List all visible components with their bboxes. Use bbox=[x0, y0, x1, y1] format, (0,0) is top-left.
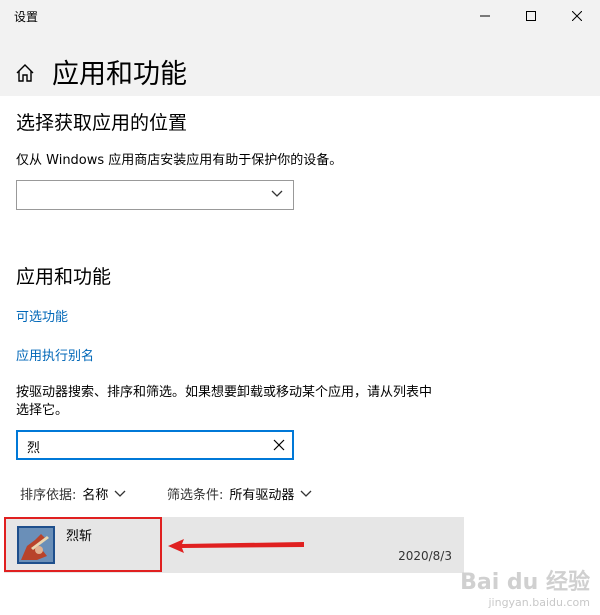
apps-section-heading: 应用和功能 bbox=[16, 266, 112, 288]
filter-by-control[interactable]: 筛选条件: 所有驱动器 bbox=[167, 484, 312, 503]
window-title: 设置 bbox=[14, 10, 39, 24]
instructions-line-2: 选择它。 bbox=[16, 403, 69, 418]
install-description: 仅从 Windows 应用商店安装应用有助于保护你的设备。 bbox=[16, 153, 343, 168]
content-area: 选择获取应用的位置 仅从 Windows 应用商店安装应用有助于保护你的设备。 … bbox=[0, 96, 600, 615]
clear-icon[interactable] bbox=[273, 439, 285, 451]
maximize-button[interactable] bbox=[508, 0, 554, 32]
page-header: 应用和功能 bbox=[0, 32, 600, 96]
sort-value: 名称 bbox=[82, 488, 109, 503]
sort-by-control[interactable]: 排序依据: 名称 bbox=[20, 484, 126, 503]
optional-features-link[interactable]: 可选功能 bbox=[16, 306, 68, 325]
app-install-date: 2020/8/3 bbox=[398, 549, 452, 563]
red-arrow-annotation bbox=[168, 539, 304, 553]
page-title: 应用和功能 bbox=[52, 59, 187, 90]
maximize-icon bbox=[526, 11, 536, 21]
app-source-dropdown[interactable] bbox=[16, 180, 294, 210]
sort-label: 排序依据: bbox=[20, 488, 77, 503]
close-button[interactable] bbox=[554, 0, 600, 32]
red-highlight-box bbox=[4, 517, 162, 572]
filter-value: 所有驱动器 bbox=[229, 488, 295, 503]
filter-label: 筛选条件: bbox=[167, 488, 224, 503]
chevron-down-icon bbox=[300, 490, 312, 497]
search-value: 烈 bbox=[27, 441, 41, 456]
install-section-heading: 选择获取应用的位置 bbox=[16, 112, 188, 134]
title-bar: 设置 bbox=[0, 0, 600, 32]
chevron-down-icon bbox=[271, 190, 283, 197]
minimize-button[interactable] bbox=[462, 0, 508, 32]
watermark-url: jingyan.baidu.com bbox=[488, 596, 590, 609]
app-search-input[interactable]: 烈 bbox=[16, 430, 294, 460]
instructions-line-1: 按驱动器搜索、排序和筛选。如果想要卸载或移动某个应用，请从列表中 bbox=[16, 385, 433, 400]
chevron-down-icon bbox=[114, 490, 126, 497]
home-icon[interactable] bbox=[14, 62, 36, 84]
app-execution-alias-link[interactable]: 应用执行别名 bbox=[16, 345, 94, 364]
minimize-icon bbox=[480, 15, 490, 17]
close-icon bbox=[572, 11, 582, 21]
watermark: Bai du 经验 jingyan.baidu.com bbox=[460, 564, 590, 609]
watermark-brand: Bai du 经验 bbox=[460, 570, 590, 595]
